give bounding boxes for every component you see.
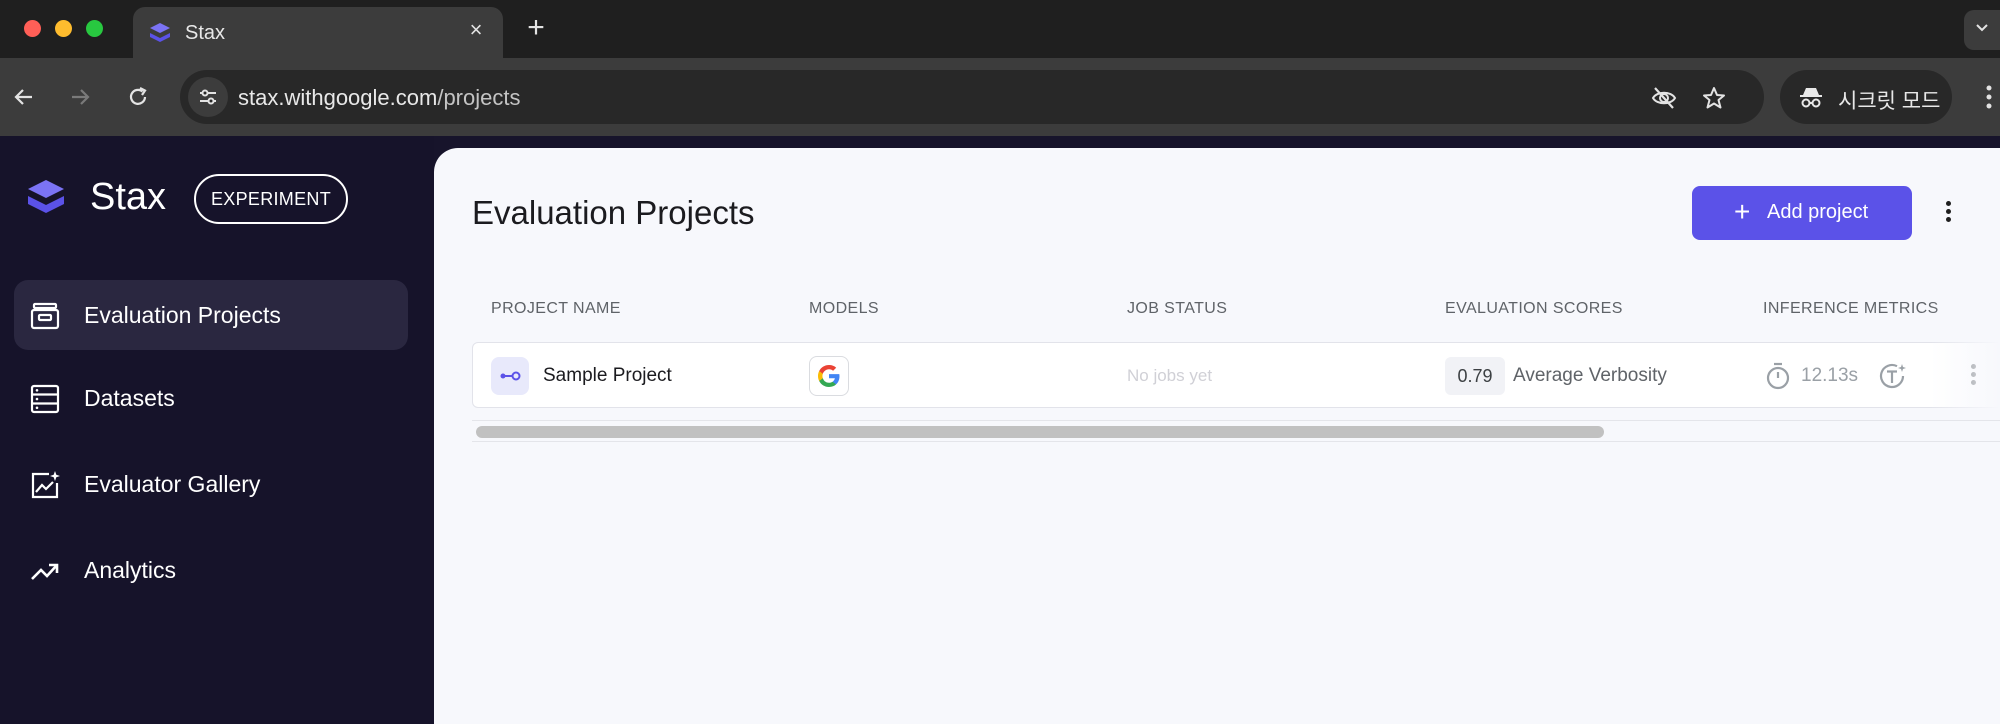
horizontal-scrollbar[interactable] (472, 420, 2000, 442)
new-tab-button[interactable]: + (522, 13, 550, 43)
sidebar-item-label: Datasets (84, 385, 175, 411)
window-close-button[interactable] (24, 20, 41, 37)
timer-icon (1766, 362, 1790, 390)
latency-value: 12.13s (1801, 365, 1859, 386)
database-icon (30, 384, 60, 414)
score-value: 0.79 (1445, 357, 1505, 395)
url-text[interactable]: stax.withgoogle.com/projects (238, 85, 520, 111)
eye-slash-icon[interactable] (1650, 84, 1678, 112)
browser-tab-bar: Stax × + (0, 0, 2000, 58)
column-header-job-status[interactable]: JOB STATUS (1127, 300, 1227, 318)
add-project-label: Add project (1767, 201, 1869, 223)
experiment-badge: EXPERIMENT (194, 174, 348, 224)
incognito-indicator[interactable]: 시크릿 모드 (1780, 70, 1952, 124)
stax-logo-icon (150, 23, 170, 42)
sidebar-item-datasets[interactable]: Datasets (14, 363, 408, 433)
sidebar: Stax EXPERIMENT Evaluation Projects Data… (0, 136, 434, 724)
tab-title: Stax (185, 22, 226, 44)
column-header-evaluation-scores[interactable]: EVALUATION SCORES (1445, 300, 1623, 318)
column-header-project-name[interactable]: PROJECT NAME (491, 300, 621, 318)
table-row[interactable]: Sample Project No jobs yet 0.79 Average … (472, 342, 2000, 408)
column-header-models[interactable]: MODELS (809, 300, 879, 318)
stax-logo-icon (28, 180, 64, 213)
browser-tab-stax[interactable]: Stax × (133, 7, 503, 58)
sparkle-chart-icon (31, 471, 60, 499)
sidebar-item-label: Evaluation Projects (84, 302, 281, 328)
column-header-inference-metrics[interactable]: INFERENCE METRICS (1763, 300, 1939, 318)
brand-name: Stax (90, 176, 167, 218)
archive-box-icon (30, 302, 60, 330)
sidebar-item-label: Analytics (84, 557, 177, 583)
browser-toolbar: stax.withgoogle.com/projects 시크릿 모드 (0, 58, 2000, 136)
reload-icon[interactable] (121, 80, 155, 114)
score-label: Average Verbosity (1513, 365, 1667, 386)
more-options-icon[interactable] (1942, 198, 1954, 228)
job-status: No jobs yet (1127, 366, 1213, 385)
page-title: Evaluation Projects (472, 194, 755, 231)
tab-close-icon[interactable]: × (465, 19, 487, 41)
address-bar[interactable]: stax.withgoogle.com/projects (180, 70, 1764, 124)
add-project-button[interactable]: + Add project (1692, 186, 1912, 240)
row-more-options-icon[interactable] (1967, 361, 1979, 391)
incognito-icon (1800, 88, 1822, 108)
plus-icon: + (1734, 196, 1751, 227)
window-minimize-button[interactable] (55, 20, 72, 37)
sidebar-item-evaluation-projects[interactable]: Evaluation Projects (14, 280, 408, 350)
forward-arrow-icon[interactable] (63, 80, 97, 114)
site-settings-icon[interactable] (188, 77, 228, 117)
sidebar-item-analytics[interactable]: Analytics (14, 535, 408, 605)
back-arrow-icon[interactable] (7, 80, 41, 114)
scrollbar-thumb[interactable] (476, 426, 1604, 438)
tab-search-chevron-icon[interactable] (1964, 10, 2000, 50)
trending-up-icon (31, 563, 59, 580)
incognito-label: 시크릿 모드 (1838, 90, 1941, 113)
window-maximize-button[interactable] (86, 20, 103, 37)
google-g-icon (809, 356, 849, 396)
app-root: Stax EXPERIMENT Evaluation Projects Data… (0, 136, 2000, 724)
token-icon (1879, 363, 1906, 389)
sidebar-item-evaluator-gallery[interactable]: Evaluator Gallery (14, 449, 408, 519)
main-panel: Evaluation Projects + Add project PROJEC… (434, 148, 2000, 724)
url-host: stax.withgoogle.com (238, 85, 438, 110)
sidebar-item-label: Evaluator Gallery (84, 471, 261, 497)
project-name[interactable]: Sample Project (543, 365, 672, 387)
url-path: /projects (437, 85, 521, 110)
browser-menu-icon[interactable] (1978, 80, 2000, 114)
bookmark-star-icon[interactable] (1700, 84, 1728, 112)
project-flow-icon (491, 357, 529, 395)
